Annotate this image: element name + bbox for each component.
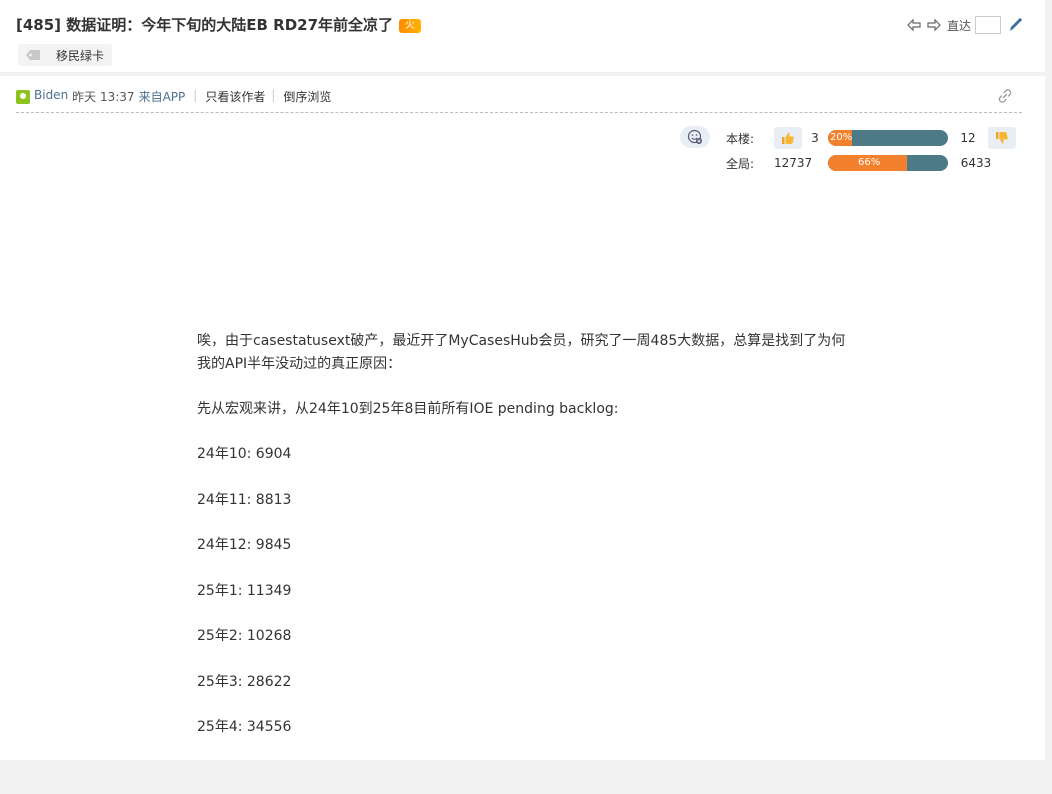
category-tag[interactable]: 移民绿卡 — [18, 44, 113, 66]
backlog-line: 25年1: 11349 — [197, 582, 292, 599]
backlog-line: 24年12: 9845 — [197, 537, 292, 553]
category-tag-label: 移民绿卡 — [56, 48, 105, 63]
page: [485] 数据证明：今年下旬的大陆EB RD27年前全凉了火 移民绿卡 直达 — [0, 0, 1045, 760]
emoji-icon — [687, 129, 702, 144]
downvote-button[interactable] — [988, 127, 1016, 149]
global-downvote-count: 6433 — [960, 156, 992, 170]
floor-vote-label: 本楼: — [726, 131, 755, 146]
floor-upvote-count: 3 — [811, 131, 819, 145]
floor-downvote-count: 12 — [960, 131, 976, 145]
backlog-line: 24年11: 8813 — [197, 491, 292, 508]
post-paragraph-intro: 唉，由于casestatusext破产，最近开了MyCasesHub会员，研究了… — [197, 333, 846, 372]
post-source: 来自APP — [138, 90, 186, 104]
floor-vote-percent: 20% — [830, 132, 853, 143]
thumbs-up-icon — [782, 132, 794, 144]
thread-title: [485] 数据证明：今年下旬的大陆EB RD27年前全凉了火 — [16, 14, 422, 35]
post-meta: Biden 昨天 13:37 来自APP | 只看该作者 | 倒序浏览 — [16, 88, 1022, 113]
global-vote-bar: 66% — [828, 155, 948, 171]
global-upvote-count: 12737 — [774, 156, 813, 170]
only-author-link[interactable]: 只看该作者 — [205, 88, 265, 105]
avatar-icon — [16, 90, 30, 104]
reverse-order-link[interactable]: 倒序浏览 — [283, 88, 331, 105]
emoji-reaction-button[interactable] — [680, 126, 710, 148]
tag-icon — [26, 50, 40, 60]
global-vote-row: 全局: 12737 66% 6433 — [726, 151, 1004, 175]
goto-label: 直达 — [946, 18, 971, 33]
post-content: 唉，由于casestatusext破产，最近开了MyCasesHub会员，研究了… — [197, 330, 847, 762]
edit-icon[interactable] — [1007, 17, 1023, 33]
global-vote-percent: 66% — [858, 157, 881, 168]
next-arrow-icon[interactable] — [927, 18, 941, 32]
backlog-line: 24年10: 6904 — [197, 446, 292, 462]
backlog-line: 25年4: 34556 — [197, 719, 292, 735]
post-author[interactable]: Biden — [34, 88, 68, 102]
thread-header: [485] 数据证明：今年下旬的大陆EB RD27年前全凉了火 移民绿卡 直达 — [0, 0, 1045, 76]
thumbs-down-icon — [996, 132, 1008, 144]
thread-title-text: [485] 数据证明：今年下旬的大陆EB RD27年前全凉了 — [16, 16, 394, 34]
backlog-line: 25年3: 28622 — [197, 673, 292, 690]
goto-page-input[interactable] — [975, 16, 1001, 34]
hot-badge: 火 — [399, 19, 422, 33]
floor-vote-row: 本楼: 3 20% 12 — [726, 126, 1016, 150]
thread-nav: 直达 — [907, 16, 1023, 34]
floor-vote-bar: 20% — [828, 130, 948, 146]
backlog-line: 25年2: 10268 — [197, 628, 292, 644]
post-time: 昨天 13:37 — [72, 90, 135, 104]
global-vote-label: 全局: — [726, 156, 755, 171]
meta-separator: | — [193, 88, 198, 102]
prev-arrow-icon[interactable] — [907, 18, 921, 32]
upvote-button[interactable] — [774, 127, 802, 149]
meta-separator: | — [271, 88, 276, 102]
post-paragraph-macro: 先从宏观来讲，从24年10到25年8目前所有IOE pending backlo… — [197, 401, 619, 417]
link-icon[interactable] — [998, 89, 1012, 103]
